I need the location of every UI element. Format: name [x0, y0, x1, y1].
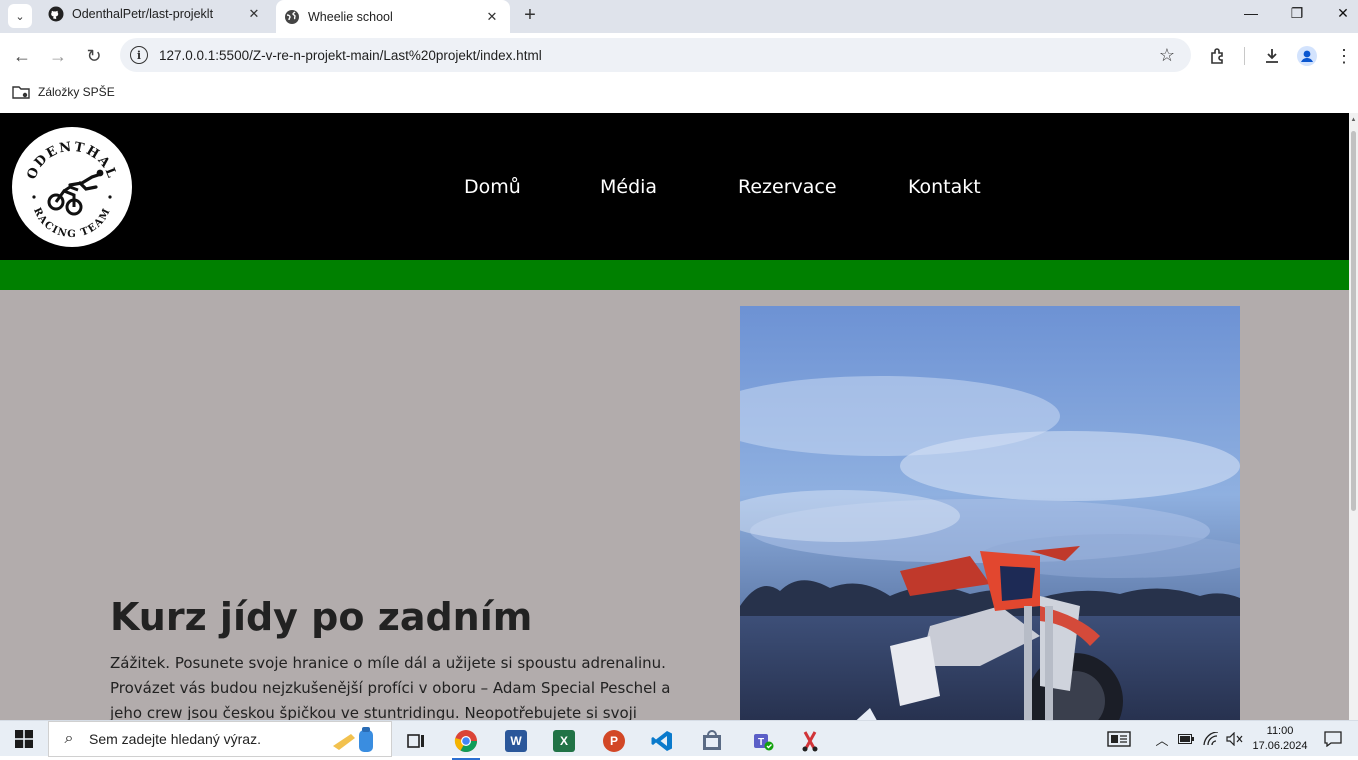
search-placeholder: Sem zadejte hledaný výraz.	[89, 731, 261, 747]
bookmark-label: Záložky SPŠE	[38, 85, 115, 99]
page-scrollbar[interactable]: ▲	[1349, 113, 1358, 720]
tab-github[interactable]: OdenthalPetr/last-projeklt ✕	[40, 0, 272, 28]
search-highlight-icon	[329, 726, 389, 759]
nav-link-kontakt[interactable]: Kontakt	[908, 176, 981, 198]
teams-taskbar-icon[interactable]: T	[742, 725, 782, 757]
restore-button[interactable]: ❐	[1274, 0, 1320, 26]
excel-taskbar-icon[interactable]: X	[544, 725, 584, 757]
forward-button[interactable]: →	[44, 42, 72, 70]
nav-link-media[interactable]: Média	[600, 176, 657, 198]
scroll-up-icon[interactable]: ▲	[1349, 113, 1358, 127]
windows-start-icon[interactable]	[0, 721, 48, 757]
extensions-icon[interactable]	[1204, 42, 1232, 70]
svg-text:RACING TEAM: RACING TEAM	[31, 206, 113, 240]
scrollbar-thumb[interactable]	[1351, 131, 1356, 511]
system-clock[interactable]: 11:00 17.06.2024	[1252, 724, 1308, 754]
tab-strip: ⌄ OdenthalPetr/last-projeklt ✕ Wheelie s…	[0, 0, 1358, 33]
address-bar[interactable]: i 127.0.0.1:5500/Z-v-re-n-projekt-main/L…	[120, 38, 1191, 72]
accent-bar	[0, 260, 1349, 290]
task-view-icon[interactable]	[396, 725, 436, 757]
close-tab-icon[interactable]: ✕	[244, 4, 264, 24]
tab-title: Wheelie school	[308, 9, 393, 24]
news-widget-icon[interactable]	[1104, 721, 1134, 757]
battery-icon[interactable]	[1176, 721, 1196, 757]
tray-expand-icon[interactable]: ︿	[1152, 721, 1172, 757]
svg-text:ODENTHAL: ODENTHAL	[24, 140, 119, 182]
site-header: ODENTHAL RACING TEAM Domů Média Rezervac…	[0, 113, 1349, 260]
hero-title: Kurz jídy po zadním	[110, 595, 533, 639]
folder-icon	[12, 86, 30, 99]
profile-avatar-icon[interactable]	[1293, 42, 1321, 70]
menu-kebab-icon[interactable]: ⋮	[1330, 42, 1358, 70]
vscode-taskbar-icon[interactable]	[642, 725, 682, 757]
close-tab-icon[interactable]: ✕	[482, 7, 502, 27]
word-taskbar-icon[interactable]: W	[496, 725, 536, 757]
tab-search-button[interactable]: ⌄	[8, 4, 32, 28]
hero-description: Zážitek. Posunete svoje hranice o míle d…	[110, 654, 671, 720]
bookmark-folder[interactable]: Záložky SPŠE	[12, 85, 115, 99]
nav-link-domu[interactable]: Domů	[464, 176, 521, 198]
tab-wheelie-school[interactable]: Wheelie school ✕	[276, 0, 510, 33]
tab-title: OdenthalPetr/last-projeklt	[72, 7, 214, 21]
snipping-tool-taskbar-icon[interactable]	[790, 725, 830, 757]
clock-date: 17.06.2024	[1252, 740, 1308, 752]
volume-muted-icon[interactable]	[1224, 721, 1246, 757]
clock-time: 11:00	[1266, 725, 1294, 737]
globe-icon	[284, 9, 300, 25]
github-icon	[48, 6, 64, 22]
browser-toolbar: ← → ↻ i 127.0.0.1:5500/Z-v-re-n-projekt-…	[0, 33, 1358, 79]
team-logo[interactable]: ODENTHAL RACING TEAM	[12, 127, 132, 247]
svg-text:T: T	[758, 737, 764, 748]
search-icon: ⌕	[64, 730, 74, 747]
toolbar-separator	[1244, 47, 1245, 65]
taskbar-search[interactable]: ⌕ Sem zadejte hledaný výraz.	[48, 721, 392, 757]
site-info-icon[interactable]: i	[130, 46, 148, 64]
store-taskbar-icon[interactable]	[692, 725, 732, 757]
windows-taskbar: ⌕ Sem zadejte hledaný výraz. W X P T ︿ 1…	[0, 720, 1358, 760]
back-button[interactable]: ←	[8, 42, 36, 70]
hero-motorcycle-photo	[740, 306, 1240, 720]
url-text[interactable]: 127.0.0.1:5500/Z-v-re-n-projekt-main/Las…	[159, 48, 1155, 63]
network-icon[interactable]	[1200, 721, 1222, 757]
bookmarks-bar: Záložky SPŠE	[0, 79, 1358, 113]
nav-link-rezervace[interactable]: Rezervace	[738, 176, 837, 198]
minimize-button[interactable]: —	[1228, 0, 1274, 26]
chrome-taskbar-icon[interactable]	[446, 725, 486, 760]
bookmark-star-icon[interactable]: ☆	[1155, 45, 1179, 66]
downloads-icon[interactable]	[1258, 42, 1286, 70]
powerpoint-taskbar-icon[interactable]: P	[594, 725, 634, 757]
reload-button[interactable]: ↻	[80, 42, 108, 70]
page-viewport: ODENTHAL RACING TEAM Domů Média Rezervac…	[0, 113, 1349, 720]
new-tab-button[interactable]: +	[518, 3, 542, 27]
close-window-button[interactable]: ✕	[1320, 0, 1358, 26]
notifications-icon[interactable]	[1320, 721, 1346, 757]
